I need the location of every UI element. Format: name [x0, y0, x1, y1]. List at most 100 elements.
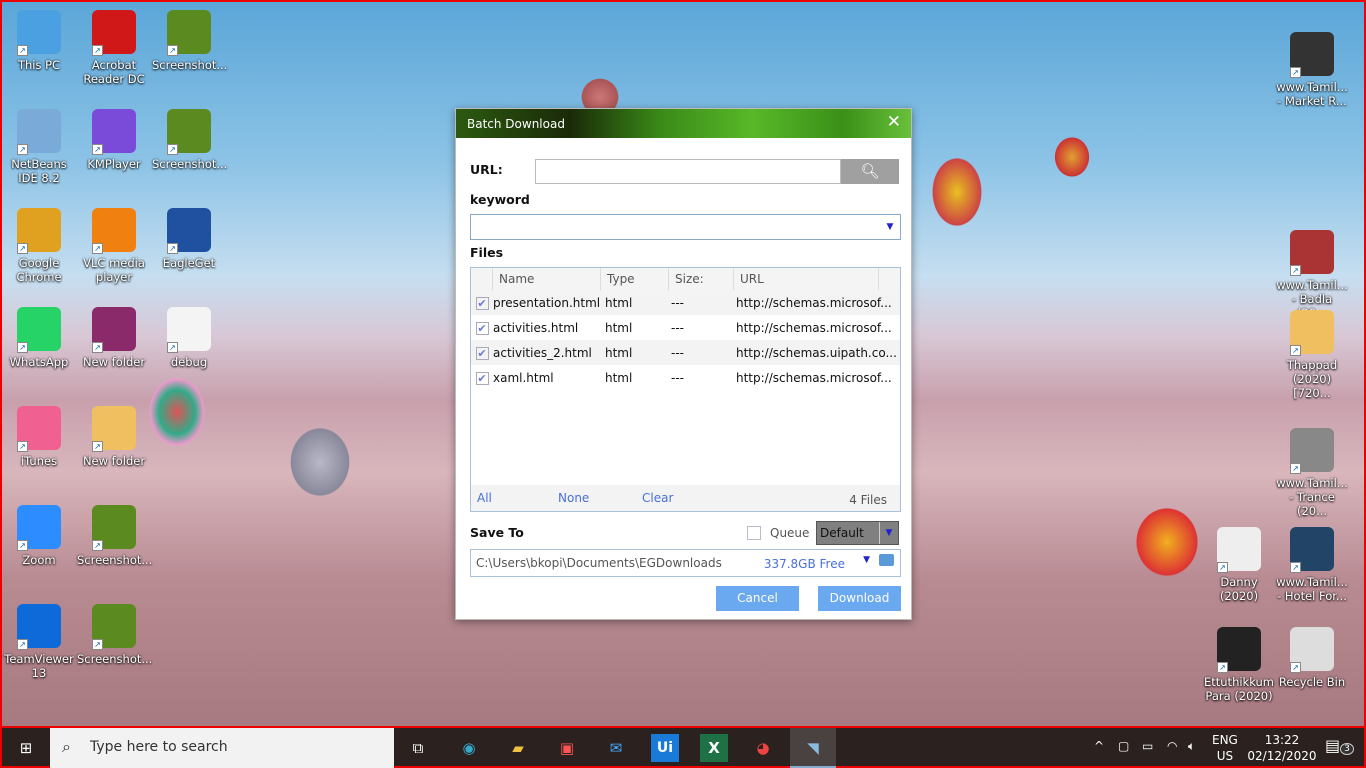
- battery-icon[interactable]: ▭: [1142, 739, 1153, 753]
- table-row[interactable]: ✔ xaml.html html --- http://schemas.micr…: [471, 365, 900, 390]
- desktop-icon-label: KMPlayer: [87, 157, 141, 171]
- desktop-icon-label: New folder: [82, 454, 146, 468]
- store-icon[interactable]: ▣: [553, 734, 581, 762]
- desktop-icon[interactable]: ↗ www.Tamil... - Hotel For...: [1275, 527, 1349, 603]
- url-input[interactable]: [535, 159, 841, 184]
- image-file-icon: ↗: [167, 109, 211, 155]
- wifi-icon[interactable]: ◠: [1167, 739, 1177, 753]
- select-none-link[interactable]: None: [558, 491, 589, 505]
- edge-icon[interactable]: ◉: [455, 734, 483, 762]
- desktop-icon[interactable]: ↗ Recycle Bin: [1275, 627, 1349, 689]
- desktop-icon-label: This PC: [17, 58, 61, 72]
- desktop-icon[interactable]: ↗ WhatsApp: [2, 307, 76, 369]
- desktop-icon[interactable]: ↗ New folder: [77, 406, 151, 468]
- cancel-button[interactable]: Cancel: [716, 586, 799, 611]
- desktop-icon-label: Acrobat Reader DC: [83, 58, 145, 86]
- notification-count: 3: [1340, 743, 1354, 755]
- language-indicator[interactable]: ENG US: [1212, 732, 1238, 764]
- task-view-icon[interactable]: ⧉: [404, 734, 432, 762]
- download-button[interactable]: Download: [818, 586, 901, 611]
- chrome-icon: ↗: [17, 208, 61, 254]
- desktop-icon[interactable]: ↗ This PC: [2, 10, 76, 72]
- desktop-icon[interactable]: ↗ Zoom: [2, 505, 76, 567]
- region: US: [1216, 749, 1234, 763]
- save-to-label: Save To: [470, 525, 524, 540]
- desktop-icon[interactable]: ↗ New folder: [77, 307, 151, 369]
- file-url: http://schemas.uipath.co...: [736, 345, 897, 360]
- file-type: html: [605, 345, 633, 360]
- chevron-down-icon[interactable]: ▼: [879, 522, 898, 544]
- clear-link[interactable]: Clear: [642, 491, 673, 505]
- search-button[interactable]: 🔍︎: [841, 159, 899, 184]
- desktop-icon[interactable]: ↗ NetBeans IDE 8.2: [2, 109, 76, 185]
- notifications-icon[interactable]: ▤ 3: [1325, 736, 1354, 755]
- desktop-icon[interactable]: ↗ Screenshot...: [152, 109, 227, 171]
- col-type[interactable]: Type: [601, 268, 669, 290]
- col-url[interactable]: URL: [734, 268, 879, 290]
- desktop-icon[interactable]: ↗ Screenshot...: [77, 505, 152, 567]
- row-checkbox[interactable]: ✔: [471, 346, 493, 360]
- taskbar-search[interactable]: ⌕ Type here to search: [50, 728, 394, 768]
- desktop-icon[interactable]: ↗ VLC media player: [77, 208, 151, 284]
- chevron-up-icon[interactable]: ^: [1094, 739, 1104, 753]
- category-select[interactable]: Default ▼: [816, 521, 899, 545]
- chrome-icon[interactable]: ◕: [749, 734, 777, 762]
- uipath-icon[interactable]: Ui: [651, 734, 679, 762]
- row-checkbox[interactable]: ✔: [471, 371, 493, 385]
- desktop-icon-label: Screenshot...: [152, 58, 228, 72]
- image-file-icon: ↗: [167, 10, 211, 56]
- desktop-icon[interactable]: ↗ KMPlayer: [77, 109, 151, 171]
- col-check: [471, 268, 493, 290]
- files-table: Name Type Size: URL ✔ presentation.html …: [470, 267, 901, 512]
- eagleget-icon[interactable]: ◥: [790, 728, 836, 768]
- excel-icon[interactable]: X: [700, 734, 728, 762]
- file-name: presentation.html: [493, 295, 601, 310]
- desktop-icon[interactable]: ↗ Google Chrome: [2, 208, 76, 284]
- table-row[interactable]: ✔ activities.html html --- http://schema…: [471, 315, 900, 340]
- col-name[interactable]: Name: [493, 268, 601, 290]
- table-row[interactable]: ✔ presentation.html html --- http://sche…: [471, 290, 900, 315]
- meet-now-icon[interactable]: ▢: [1118, 739, 1129, 753]
- desktop-icon-label: Ettuthikkum Para (2020): [1203, 675, 1275, 703]
- vlc-icon: ↗: [92, 208, 136, 254]
- desktop-icon[interactable]: ↗ Thappad (2020) [720...: [1275, 310, 1349, 400]
- clock[interactable]: 13:22 02/12/2020: [1247, 732, 1317, 764]
- free-space: 337.8GB Free: [763, 557, 845, 571]
- desktop-icon[interactable]: ↗ TeamViewer 13: [2, 604, 76, 680]
- file-explorer-icon[interactable]: ▰: [504, 734, 532, 762]
- desktop-icon[interactable]: ↗ Danny (2020): [1202, 527, 1276, 603]
- batch-download-dialog: Batch Download ✕ URL: 🔍︎ keyword ▼ Files…: [455, 108, 912, 620]
- save-path-field[interactable]: C:\Users\bkopi\Documents\EGDownloads 337…: [470, 549, 901, 577]
- desktop-icon[interactable]: ↗ www.Tamil... - Market R...: [1275, 32, 1349, 108]
- table-row[interactable]: ✔ activities_2.html html --- http://sche…: [471, 340, 900, 365]
- keyword-combobox[interactable]: ▼: [470, 214, 901, 240]
- chevron-down-icon[interactable]: ▼: [863, 555, 870, 565]
- desktop-icon[interactable]: ↗ Ettuthikkum Para (2020): [1202, 627, 1276, 703]
- desktop-icon-label: Recycle Bin: [1278, 675, 1346, 689]
- desktop-icon-label: VLC media player: [83, 256, 145, 284]
- chevron-down-icon[interactable]: ▼: [880, 215, 900, 239]
- windows-start-icon[interactable]: ⊞: [12, 734, 40, 762]
- file-name: activities.html: [493, 320, 579, 335]
- file-url: http://schemas.microsof...: [736, 370, 892, 385]
- desktop-icon[interactable]: ↗ Screenshot...: [152, 10, 228, 72]
- desktop-icon-label: Thappad (2020) [720...: [1286, 358, 1338, 400]
- col-size[interactable]: Size:: [669, 268, 734, 290]
- desktop-icon[interactable]: ↗www.Tamil... - Badla (20...: [1275, 230, 1349, 320]
- desktop-icon[interactable]: ↗ Screenshot...: [77, 604, 152, 666]
- row-checkbox[interactable]: ✔: [471, 296, 493, 310]
- desktop-icon[interactable]: ↗ iTunes: [2, 406, 76, 468]
- volume-icon[interactable]: 🔈︎: [1188, 739, 1195, 754]
- desktop-icon[interactable]: ↗ Acrobat Reader DC: [77, 10, 151, 86]
- row-checkbox[interactable]: ✔: [471, 321, 493, 335]
- queue-checkbox[interactable]: [747, 526, 761, 540]
- desktop-icon[interactable]: ↗ debug: [152, 307, 226, 369]
- select-all-link[interactable]: All: [477, 491, 492, 505]
- folder-icon[interactable]: [879, 554, 894, 566]
- desktop-icon[interactable]: ↗ EagleGet: [152, 208, 226, 270]
- desktop-icon[interactable]: ↗ www.Tamil... - Trance (20...: [1275, 428, 1349, 518]
- dialog-titlebar[interactable]: Batch Download ✕: [456, 109, 911, 138]
- lang: ENG: [1212, 733, 1238, 747]
- mail-icon[interactable]: ✉: [602, 734, 630, 762]
- close-icon[interactable]: ✕: [887, 112, 901, 132]
